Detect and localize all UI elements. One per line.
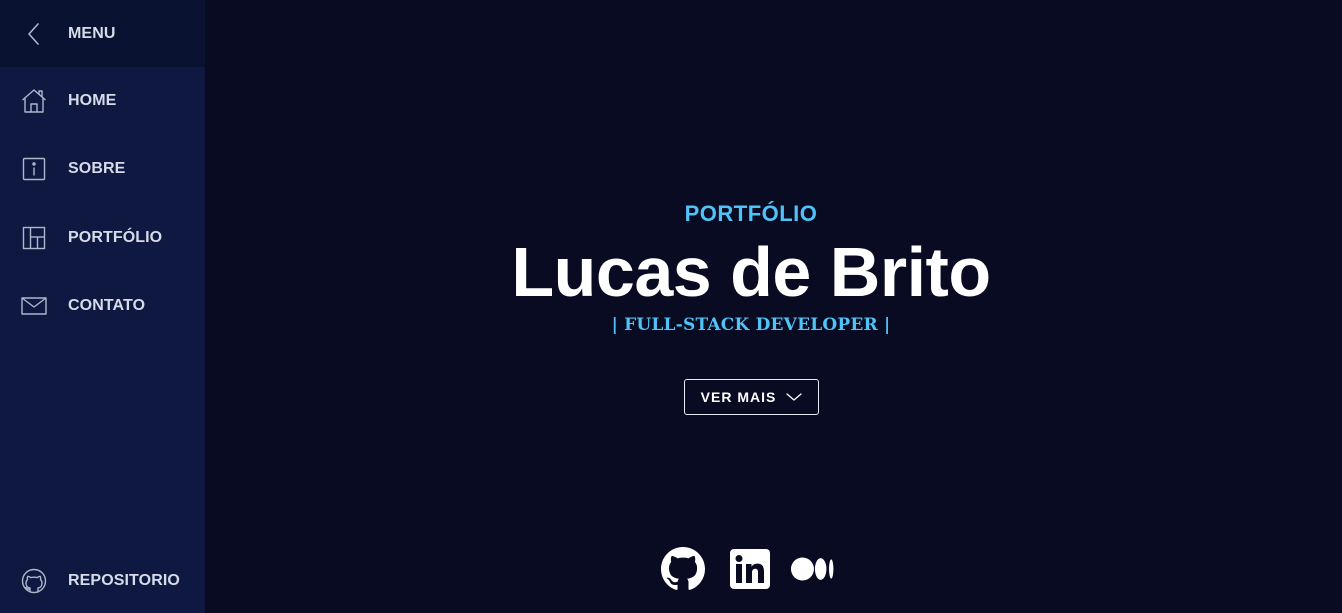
info-icon xyxy=(21,156,47,182)
github-link[interactable] xyxy=(660,546,706,592)
menu-label: MENU xyxy=(68,24,116,42)
page: MENU HOME SOBRE PORTFÓLIO CONTATO REPOSI… xyxy=(0,0,1342,613)
linkedin-icon xyxy=(730,549,770,589)
github-outline-icon xyxy=(21,568,47,594)
sidebar-item-portfolio[interactable]: PORTFÓLIO xyxy=(0,212,205,264)
hero-section: PORTFÓLIO Lucas de Brito | FULL-STACK DE… xyxy=(205,0,1342,613)
mail-icon xyxy=(21,293,47,319)
linkedin-link[interactable] xyxy=(727,546,773,592)
sidebar-item-label: CONTATO xyxy=(68,297,146,314)
hero-role: | FULL-STACK DEVELOPER | xyxy=(611,315,891,335)
sidebar-item-label: REPOSITORIO xyxy=(68,572,180,589)
medium-icon xyxy=(790,557,834,581)
sidebar: MENU HOME SOBRE PORTFÓLIO CONTATO REPOSI… xyxy=(0,0,205,613)
hero-name: Lucas de Brito xyxy=(511,233,991,311)
github-icon xyxy=(661,547,705,590)
social-links xyxy=(660,546,836,592)
sidebar-item-contato[interactable]: CONTATO xyxy=(0,280,205,332)
layout-icon xyxy=(21,225,47,251)
sidebar-item-home[interactable]: HOME xyxy=(0,75,205,127)
sidebar-item-label: HOME xyxy=(68,92,117,109)
menu-toggle-button[interactable]: MENU xyxy=(0,0,205,67)
hero-eyebrow: PORTFÓLIO xyxy=(684,201,818,226)
ver-mais-label: VER MAIS xyxy=(700,389,777,405)
medium-link[interactable] xyxy=(790,546,836,592)
sidebar-item-label: SOBRE xyxy=(68,160,126,177)
sidebar-item-label: PORTFÓLIO xyxy=(68,229,163,246)
chevron-down-icon xyxy=(786,393,802,401)
home-icon xyxy=(21,88,47,114)
chevron-left-icon xyxy=(21,21,47,47)
sidebar-item-sobre[interactable]: SOBRE xyxy=(0,143,205,195)
ver-mais-button[interactable]: VER MAIS xyxy=(684,379,819,415)
sidebar-item-repositorio[interactable]: REPOSITORIO xyxy=(0,555,205,607)
